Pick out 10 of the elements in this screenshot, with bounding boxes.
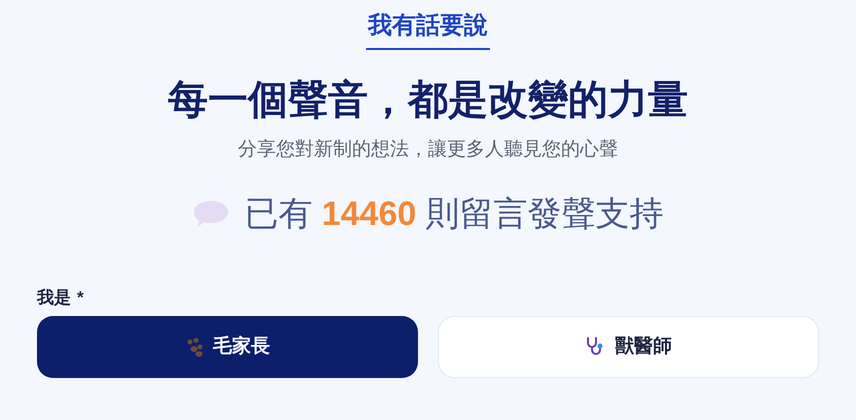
section-tag: 我有話要說 — [366, 10, 490, 50]
comment-count-text: 已有 14460 則留言發聲支持 — [244, 194, 664, 235]
paw-icon — [185, 337, 205, 357]
subtitle: 分享您對新制的想法，讓更多人聽見您的心聲 — [238, 138, 618, 162]
required-mark: * — [77, 287, 84, 309]
speech-bubble-icon — [192, 199, 230, 229]
headline: 每一個聲音，都是改變的力量 — [168, 77, 688, 124]
role-option-button[interactable]: 獸醫師 — [438, 316, 819, 378]
field-label: 我是 — [37, 287, 71, 309]
role-option-button[interactable]: 毛家長 — [37, 316, 418, 378]
